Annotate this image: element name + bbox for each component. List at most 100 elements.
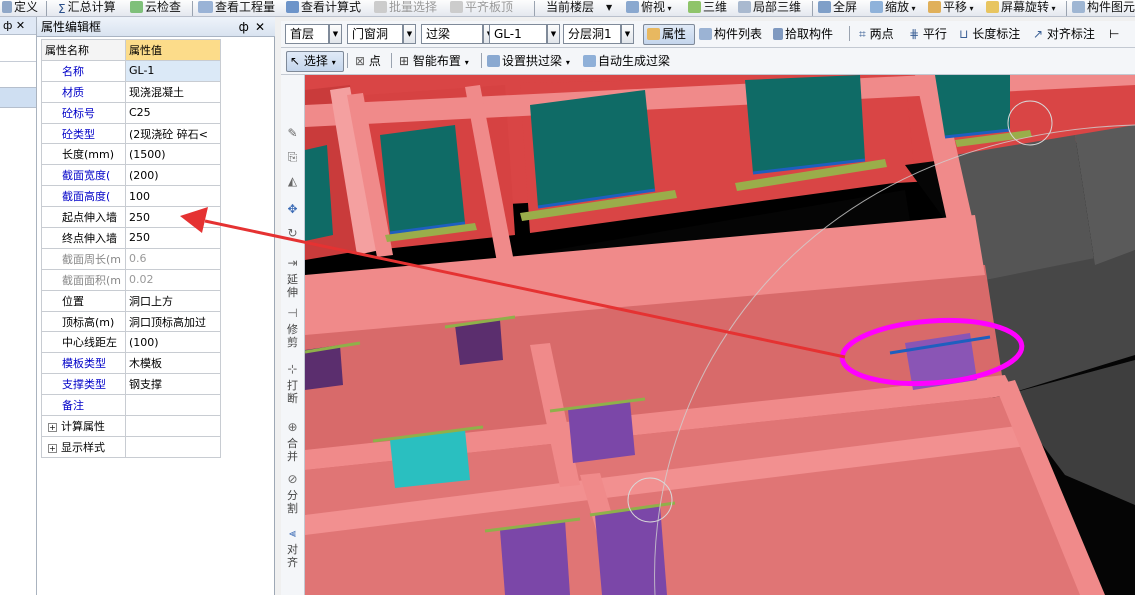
component-select[interactable]: GL-1 [489, 24, 547, 44]
align-tool[interactable]: 对齐 [285, 543, 300, 569]
property-row[interactable]: 截面周长(m 0.6 [41, 247, 221, 270]
select-button[interactable]: ↖ 选择 ▾ [290, 52, 336, 70]
split-tool[interactable]: 分割 [285, 489, 300, 515]
copy-icon[interactable]: ⎘ [284, 151, 301, 164]
auto-generate-lintel-button[interactable]: 自动生成过梁 [583, 52, 670, 70]
extend-icon[interactable]: ⇥ [284, 257, 301, 270]
property-row[interactable]: 备注 [41, 394, 221, 417]
property-button[interactable]: 属性 [647, 25, 686, 43]
define-button[interactable]: 定义 [2, 0, 38, 16]
property-value[interactable]: 0.6 [125, 247, 221, 270]
layer-select[interactable]: 分层洞1 [563, 24, 621, 44]
property-row[interactable]: 位置 洞口上方 [41, 289, 221, 312]
brush-icon[interactable]: ✎ [284, 127, 301, 140]
local-3d-button[interactable]: 局部三维 [738, 0, 801, 16]
type-select[interactable]: 过梁 [421, 24, 483, 44]
smart-layout-button[interactable]: ⊞ 智能布置 ▾ [399, 52, 469, 70]
property-value[interactable]: 木模板 [125, 352, 221, 375]
pan-button[interactable]: 平移 ▾ [928, 0, 974, 16]
expand-icon[interactable]: + [48, 443, 57, 453]
top-view-button[interactable]: 俯视 ▾ [626, 0, 672, 16]
property-row[interactable]: 截面高度(100 [41, 185, 221, 208]
two-point-button[interactable]: ⌗ 两点 [859, 25, 894, 43]
category-select[interactable]: 门窗洞 [347, 24, 403, 44]
property-value[interactable]: 250 [125, 206, 221, 229]
property-row[interactable]: 砼类型 (2现浇砼 碎石< [41, 122, 221, 145]
property-value[interactable]: 0.02 [125, 268, 221, 291]
property-value[interactable]: 现浇混凝土 [125, 80, 221, 103]
property-row[interactable]: 顶标高(m) 洞口顶标高加过 [41, 310, 221, 333]
3d-viewport[interactable] [305, 75, 1135, 595]
point-button[interactable]: ⊠ 点 [355, 52, 381, 70]
property-row[interactable]: 截面宽度((200) [41, 164, 221, 187]
property-value[interactable]: C25 [125, 101, 221, 124]
pin-icon[interactable]: ф [239, 20, 255, 34]
property-row[interactable]: + 计算属性 [41, 415, 221, 437]
more-tool-icon[interactable]: ⊢ [1109, 25, 1119, 43]
rotate-icon[interactable]: ↻ [284, 227, 301, 240]
property-row[interactable]: 长度(mm) (1500) [41, 143, 221, 166]
property-value[interactable]: (2现浇砼 碎石< [125, 122, 221, 145]
align-mark-button[interactable]: ↗ 对齐标注 [1033, 25, 1095, 43]
close-icon[interactable]: ✕ [16, 19, 25, 32]
property-value[interactable]: (200) [125, 164, 221, 187]
scene-svg[interactable] [305, 75, 1135, 595]
component-graphic-button[interactable]: 构件图元 [1072, 0, 1135, 16]
extend-tool[interactable]: 延伸 [285, 273, 300, 299]
property-row[interactable]: 名称 GL-1 [41, 59, 221, 82]
property-value[interactable]: 250 [125, 227, 221, 249]
property-row[interactable]: 起点伸入墙 250 [41, 206, 221, 229]
property-value[interactable]: 100 [125, 185, 221, 208]
property-value[interactable]: (1500) [125, 143, 221, 166]
view-formula-button[interactable]: 查看计算式 [286, 0, 361, 16]
trim-tool[interactable]: 修剪 [285, 323, 300, 349]
align-icon[interactable]: ⫷ [284, 527, 301, 540]
3d-button[interactable]: 三维 [688, 0, 727, 16]
mirror-icon[interactable]: ◭ [284, 175, 301, 188]
property-value[interactable]: (100) [125, 331, 221, 354]
set-arch-lintel-button[interactable]: 设置拱过梁 ▾ [487, 52, 570, 70]
property-row[interactable]: 支撑类型 钢支撑 [41, 373, 221, 396]
close-icon[interactable]: ✕ [255, 20, 271, 34]
floor-dropdown-icon[interactable]: ▼ [606, 0, 612, 16]
property-value[interactable] [125, 394, 221, 417]
property-row[interactable]: 中心线距左 (100) [41, 331, 221, 354]
property-value[interactable] [125, 415, 221, 437]
split-icon[interactable]: ⊘ [284, 473, 301, 486]
zoom-button[interactable]: 缩放 ▾ [870, 0, 916, 16]
property-value[interactable]: GL-1 [125, 59, 221, 82]
component-list-button[interactable]: 构件列表 [699, 25, 762, 43]
batch-select-button[interactable]: 批量选择 [374, 0, 437, 16]
merge-tool[interactable]: 合并 [285, 437, 300, 463]
chevron-down-icon[interactable]: ▼ [547, 24, 560, 44]
property-row[interactable]: 终点伸入墙 250 [41, 227, 221, 249]
chevron-down-icon[interactable]: ▼ [403, 24, 416, 44]
fullscreen-button[interactable]: 全屏 [818, 0, 857, 16]
length-mark-button[interactable]: ⊔ 长度标注 [959, 25, 1020, 43]
property-row[interactable]: 砼标号 C25 [41, 101, 221, 124]
cloud-check-button[interactable]: 云检查 [130, 0, 181, 16]
screen-rotate-button[interactable]: 屏幕旋转 ▾ [986, 0, 1056, 16]
level-slab-button[interactable]: 平齐板顶 [450, 0, 513, 16]
property-row[interactable]: 材质 现浇混凝土 [41, 80, 221, 103]
property-row[interactable]: 截面面积(m 0.02 [41, 268, 221, 291]
break-icon[interactable]: ⊹ [284, 363, 301, 376]
floor-select[interactable]: 首层 [285, 24, 329, 44]
pin-icon[interactable]: ф [3, 19, 12, 32]
property-row[interactable]: + 显示样式 [41, 435, 221, 458]
trim-icon[interactable]: ⊣ [284, 307, 301, 320]
expand-icon[interactable]: + [48, 422, 57, 432]
strip-selected-row[interactable] [0, 87, 36, 108]
current-floor-button[interactable]: 当前楼层 [546, 0, 594, 16]
chevron-down-icon[interactable]: ▼ [329, 24, 342, 44]
parallel-button[interactable]: ⋕ 平行 [909, 25, 947, 43]
merge-icon[interactable]: ⊕ [284, 421, 301, 434]
break-tool[interactable]: 打断 [285, 379, 300, 405]
property-row[interactable]: 模板类型 木模板 [41, 352, 221, 375]
summary-calc-button[interactable]: Σ 汇总计算 [58, 0, 116, 16]
property-value[interactable] [125, 435, 221, 458]
chevron-down-icon[interactable]: ▼ [621, 24, 634, 44]
pick-component-button[interactable]: 拾取构件 [773, 25, 833, 43]
view-quantity-button[interactable]: 查看工程量 [198, 0, 275, 16]
property-value[interactable]: 钢支撑 [125, 373, 221, 396]
